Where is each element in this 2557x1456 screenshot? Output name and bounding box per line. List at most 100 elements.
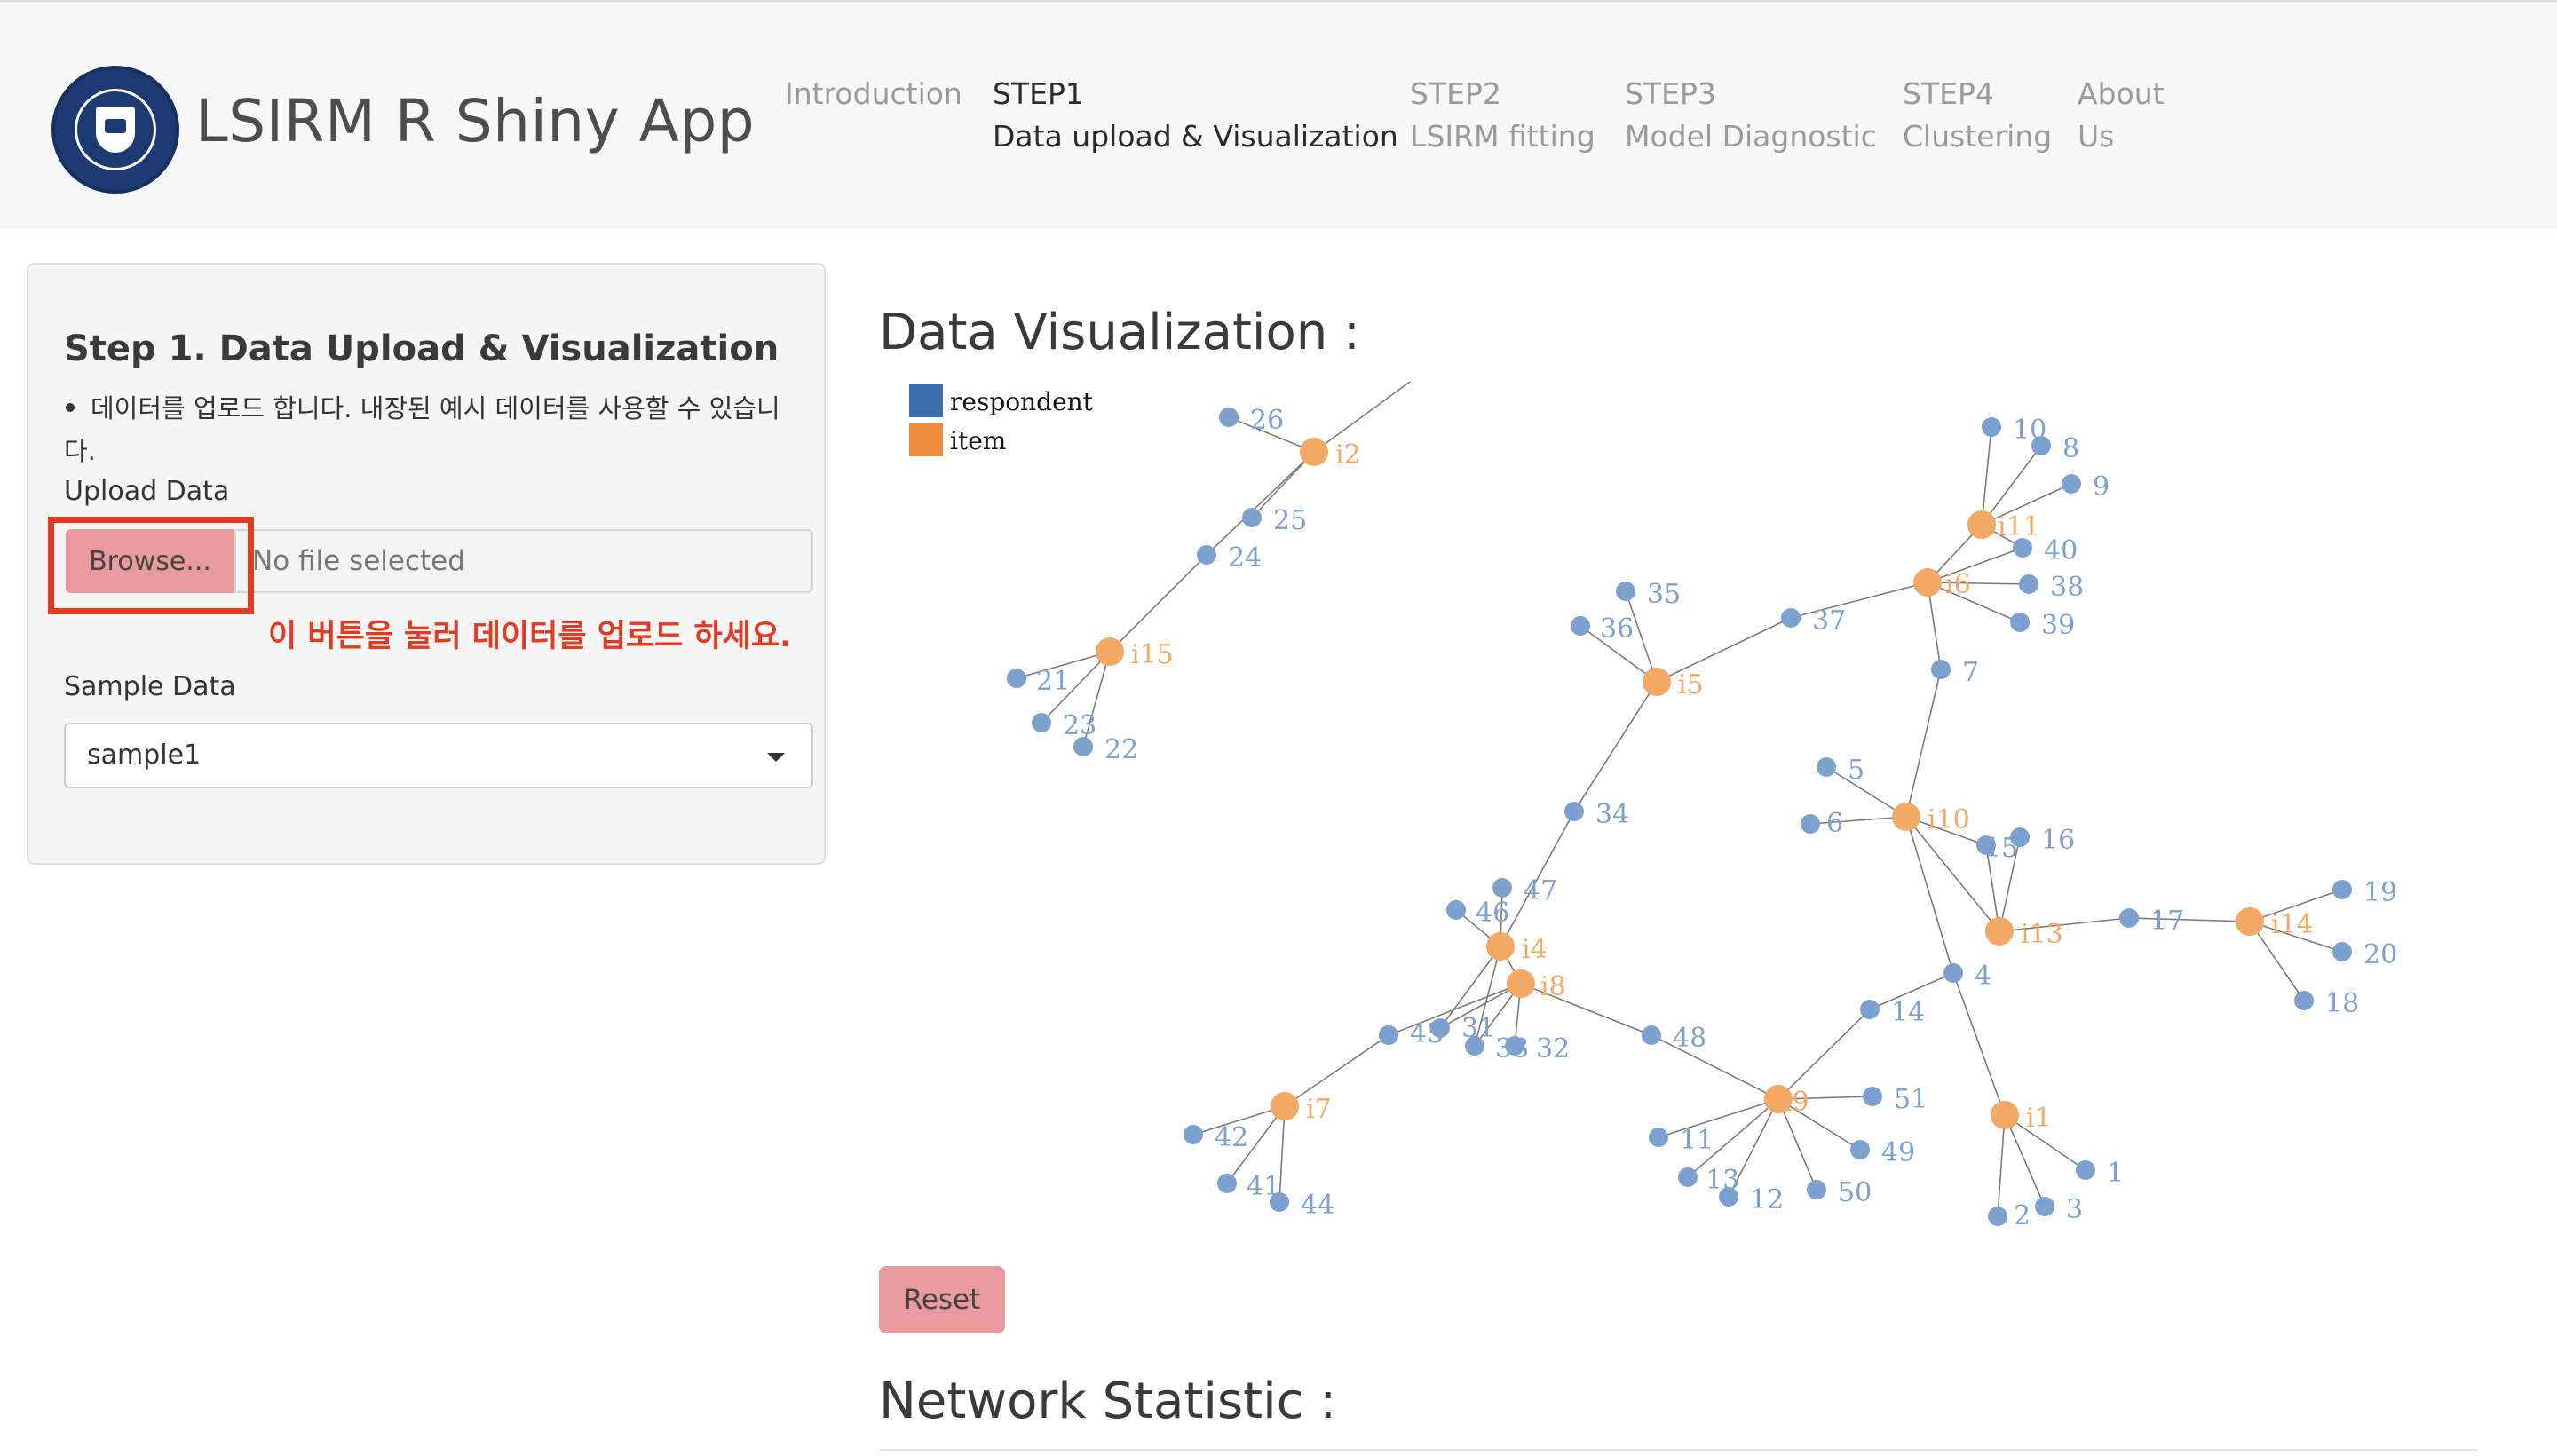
node-label: 46 [1476, 898, 1509, 929]
node-label: 9 [2093, 471, 2110, 502]
node-label: 10 [2013, 415, 2046, 446]
respondent-node-7[interactable] [1931, 660, 1951, 679]
legend-label-item: item [950, 426, 1006, 455]
node-label: i2 [1335, 439, 1361, 471]
respondent-node-42[interactable] [1184, 1125, 1203, 1144]
respondent-node-36[interactable] [1571, 616, 1590, 636]
graph-edge [1777, 1009, 1871, 1100]
item-node-i15[interactable] [1096, 637, 1124, 666]
respondent-node-46[interactable] [1446, 900, 1466, 920]
respondent-node-24[interactable] [1197, 545, 1216, 565]
respondent-node-38[interactable] [2019, 574, 2038, 594]
graph-edge [1656, 617, 1792, 683]
item-node-i5[interactable] [1643, 668, 1671, 696]
respondent-node-45[interactable] [1379, 1025, 1398, 1045]
node-label: 1 [2107, 1158, 2124, 1189]
node-label: i10 [1928, 804, 1970, 835]
node-label: 12 [1750, 1184, 1784, 1215]
respondent-node-3[interactable] [2035, 1197, 2054, 1216]
respondent-node-9[interactable] [2062, 474, 2081, 494]
item-node-i7[interactable] [1271, 1092, 1299, 1120]
respondent-node-50[interactable] [1807, 1180, 1826, 1199]
graph-edge [1573, 681, 1658, 812]
item-node-i2[interactable] [1300, 438, 1328, 466]
respondent-node-41[interactable] [1217, 1174, 1237, 1193]
respondent-node-26[interactable] [1219, 408, 1239, 427]
respondent-node-21[interactable] [1007, 669, 1026, 688]
respondent-node-48[interactable] [1642, 1025, 1661, 1045]
respondent-node-34[interactable] [1564, 802, 1584, 821]
respondent-node-37[interactable] [1781, 608, 1801, 628]
node-label: 39 [2041, 610, 2075, 641]
respondent-node-19[interactable] [2332, 880, 2352, 899]
node-label: 37 [1812, 605, 1846, 637]
node-label: 35 [1647, 579, 1681, 610]
item-node-i13[interactable] [1985, 917, 2014, 946]
graph-edge [1658, 1098, 1779, 1138]
respondent-node-5[interactable] [1817, 757, 1836, 777]
node-label: 40 [2044, 535, 2078, 566]
respondent-node-35[interactable] [1616, 582, 1635, 601]
respondent-node-25[interactable] [1242, 508, 1262, 527]
respondent-node-51[interactable] [1863, 1087, 1882, 1106]
node-label: i6 [1945, 569, 1971, 600]
item-node-i8[interactable] [1507, 969, 1535, 998]
graph-edge [1981, 426, 1992, 526]
item-node-i1[interactable] [1991, 1101, 2019, 1129]
node-label: 44 [1301, 1190, 1334, 1221]
respondent-node-11[interactable] [1649, 1128, 1668, 1147]
respondent-node-16[interactable] [2010, 827, 2030, 847]
node-label: 34 [1595, 799, 1629, 830]
node-label: 48 [1673, 1023, 1706, 1054]
node-label: 47 [1524, 875, 1557, 906]
graph-edge [1905, 816, 1954, 974]
item-node-i10[interactable] [1892, 803, 1920, 831]
node-label: 13 [1706, 1165, 1739, 1196]
reset-button[interactable]: Reset [879, 1266, 1005, 1333]
node-label: i7 [1306, 1094, 1332, 1125]
graph-edge [1999, 917, 2130, 932]
item-node-i6[interactable] [1913, 568, 1942, 597]
node-label: 18 [2325, 988, 2359, 1019]
graph-edges [1016, 381, 2343, 1217]
respondent-node-6[interactable] [1801, 814, 1820, 834]
respondent-node-20[interactable] [2332, 942, 2352, 961]
node-label: 33 [1495, 1033, 1529, 1064]
node-label: 38 [2050, 572, 2084, 603]
graph-nodes[interactable]: 12 3456789101112131415 1617181920212223242… [1007, 405, 2397, 1231]
node-label: 19 [2363, 877, 2397, 908]
network-statistic-heading: Network Statistic : [879, 1373, 1337, 1430]
legend-swatch-item [909, 423, 943, 456]
node-label: 5 [1848, 755, 1864, 786]
respondent-node-4[interactable] [1943, 963, 1963, 983]
node-label: i14 [2271, 909, 2314, 940]
node-label: 20 [2363, 939, 2397, 970]
network-graph[interactable]: respondent item 12 3456789101112131415 161… [0, 0, 2557, 1261]
respondent-node-17[interactable] [2119, 908, 2139, 928]
item-node-i14[interactable] [2236, 907, 2264, 936]
respondent-node-2[interactable] [1988, 1207, 2007, 1226]
node-label: 26 [1250, 405, 1284, 436]
respondent-node-44[interactable] [1270, 1192, 1289, 1212]
respondent-node-10[interactable] [1982, 417, 2001, 437]
item-node-i4[interactable] [1486, 932, 1515, 961]
node-label: 49 [1881, 1137, 1915, 1168]
node-label: i5 [1678, 669, 1704, 700]
respondent-node-1[interactable] [2076, 1160, 2095, 1180]
node-label: 2 [2014, 1200, 2031, 1231]
respondent-node-47[interactable] [1492, 878, 1512, 898]
respondent-node-23[interactable] [1032, 713, 1051, 732]
node-label: 6 [1826, 808, 1843, 839]
respondent-node-39[interactable] [2010, 613, 2030, 632]
respondent-node-18[interactable] [2294, 991, 2314, 1010]
respondent-node-49[interactable] [1850, 1140, 1870, 1159]
graph-edge [1952, 972, 2006, 1116]
node-label: 22 [1104, 734, 1138, 765]
respondent-node-13[interactable] [1678, 1167, 1698, 1187]
item-node-i11[interactable] [1967, 510, 1996, 539]
node-label: i4 [1522, 934, 1548, 965]
node-label: 8 [2062, 433, 2079, 464]
respondent-node-14[interactable] [1860, 1000, 1880, 1019]
node-label: i9 [1784, 1087, 1809, 1118]
respondent-node-33[interactable] [1465, 1036, 1484, 1056]
